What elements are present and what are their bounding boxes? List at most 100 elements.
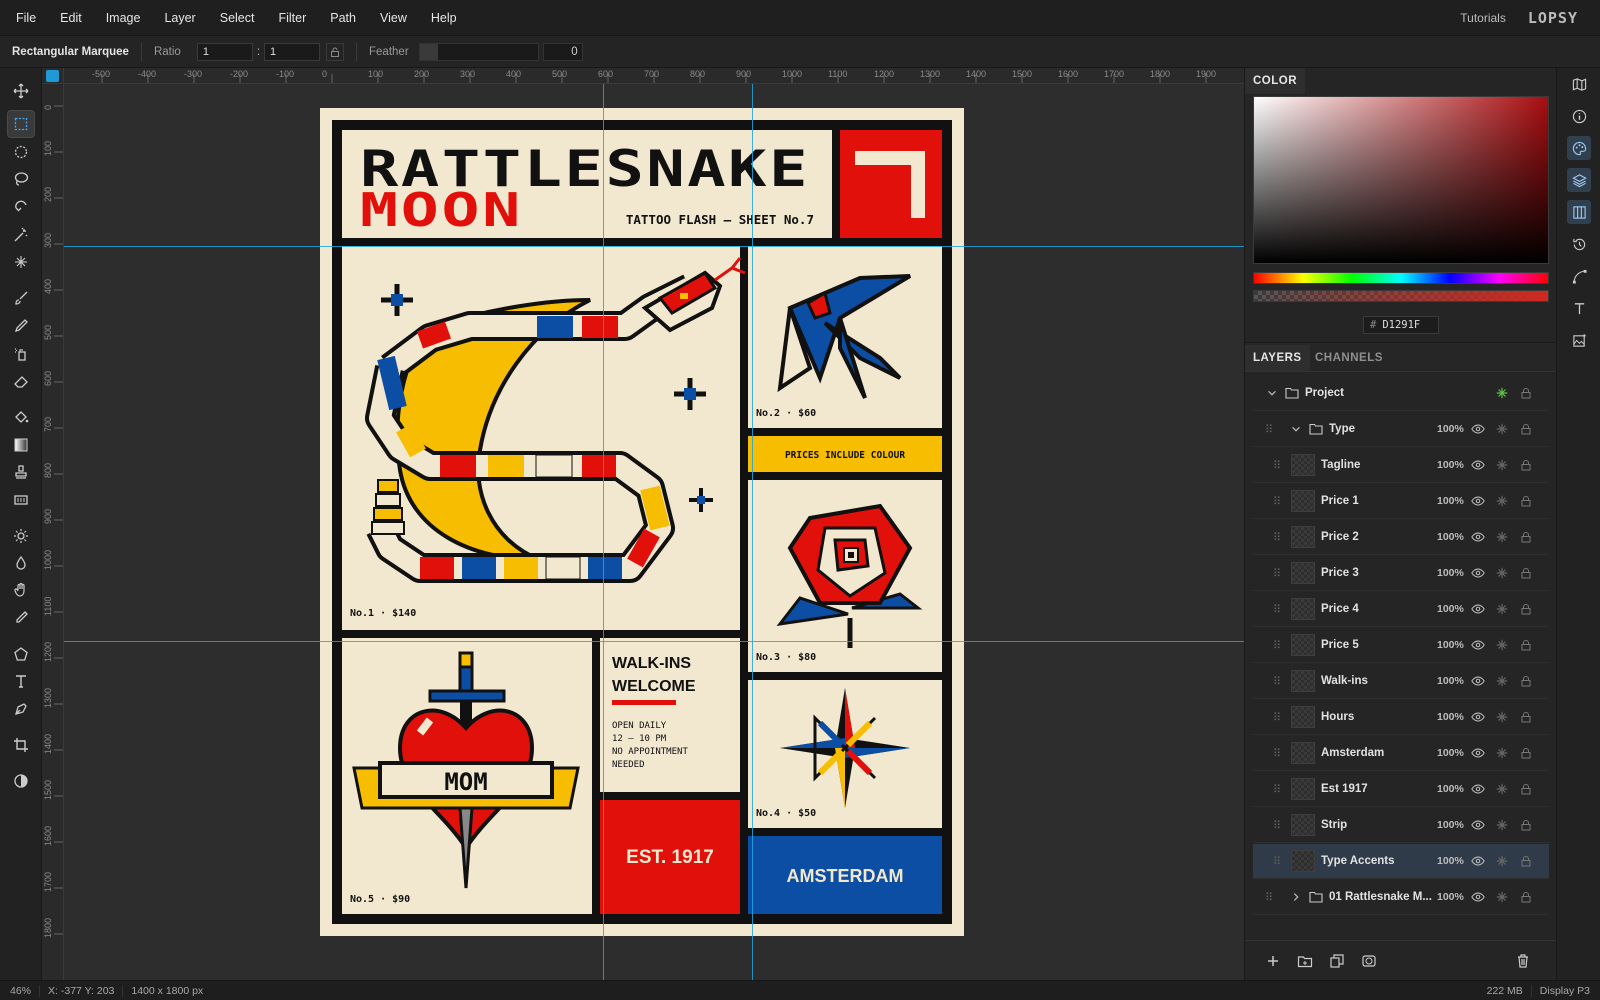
lock-icon[interactable] bbox=[1519, 566, 1533, 580]
lock-icon[interactable] bbox=[1519, 494, 1533, 508]
layer-opacity[interactable]: 100% bbox=[1437, 855, 1464, 867]
effects-icon[interactable] bbox=[1495, 818, 1509, 832]
effects-icon[interactable] bbox=[1495, 494, 1509, 508]
layer-row[interactable]: ⠿ Price 1 100% bbox=[1253, 484, 1549, 519]
shape-tool[interactable] bbox=[8, 641, 34, 667]
menu-layer[interactable]: Layer bbox=[152, 11, 207, 25]
effects-icon[interactable] bbox=[1495, 566, 1509, 580]
color-saturation-field[interactable] bbox=[1253, 96, 1549, 264]
effects-icon[interactable] bbox=[1495, 530, 1509, 544]
layer-opacity[interactable]: 100% bbox=[1437, 459, 1464, 471]
feather-value-input[interactable]: 0 bbox=[542, 42, 583, 61]
effects-icon[interactable] bbox=[1495, 422, 1509, 436]
lock-icon[interactable] bbox=[1519, 386, 1533, 400]
mask-icon[interactable] bbox=[1361, 953, 1377, 969]
effects-icon[interactable] bbox=[1495, 746, 1509, 760]
lock-icon[interactable] bbox=[1519, 458, 1533, 472]
bucket-tool[interactable] bbox=[8, 404, 34, 430]
hex-color-input[interactable]: # D1291F bbox=[1363, 316, 1439, 334]
drag-handle-icon[interactable]: ⠿ bbox=[1273, 747, 1281, 760]
stamp-tool[interactable] bbox=[8, 459, 34, 485]
feather-slider[interactable] bbox=[418, 42, 539, 61]
document-canvas[interactable]: RATTLESNAKE MOON TATTOO FLASH — SHEET No… bbox=[320, 108, 964, 936]
lock-icon[interactable] bbox=[1519, 710, 1533, 724]
menu-help[interactable]: Help bbox=[419, 11, 469, 25]
character-button[interactable] bbox=[1567, 296, 1591, 320]
layer-row[interactable]: ⠿ 01 Rattlesnake M... 100% bbox=[1253, 880, 1549, 915]
eye-icon[interactable] bbox=[1471, 746, 1485, 760]
menu-file[interactable]: File bbox=[0, 11, 48, 25]
layer-row[interactable]: ⠿ Tagline 100% bbox=[1253, 448, 1549, 483]
drag-handle-icon[interactable]: ⠿ bbox=[1273, 675, 1281, 688]
layer-row[interactable]: ⠿ Strip 100% bbox=[1253, 808, 1549, 843]
chevron-right-icon[interactable] bbox=[1289, 890, 1303, 904]
layer-row[interactable]: ⠿ Type 100% bbox=[1253, 412, 1549, 447]
drag-handle-icon[interactable]: ⠿ bbox=[1273, 819, 1281, 832]
menu-image[interactable]: Image bbox=[94, 11, 153, 25]
lock-icon[interactable] bbox=[1519, 530, 1533, 544]
layer-row[interactable]: Project bbox=[1253, 376, 1549, 411]
lock-icon[interactable] bbox=[1519, 638, 1533, 652]
new-group-icon[interactable] bbox=[1297, 953, 1313, 969]
layer-row[interactable]: ⠿ Price 3 100% bbox=[1253, 556, 1549, 591]
history-button[interactable] bbox=[1567, 232, 1591, 256]
layer-opacity[interactable]: 100% bbox=[1437, 531, 1464, 543]
layer-opacity[interactable]: 100% bbox=[1437, 495, 1464, 507]
drag-handle-icon[interactable]: ⠿ bbox=[1273, 855, 1281, 868]
eraser-tool[interactable] bbox=[8, 368, 34, 394]
ruler-origin-button[interactable] bbox=[42, 68, 64, 84]
magic-wand-tool[interactable] bbox=[8, 222, 34, 248]
drag-handle-icon[interactable]: ⠿ bbox=[1265, 891, 1273, 904]
paths-button[interactable] bbox=[1567, 264, 1591, 288]
eye-icon[interactable] bbox=[1471, 602, 1485, 616]
menu-path[interactable]: Path bbox=[318, 11, 368, 25]
guide-vertical[interactable] bbox=[752, 84, 753, 980]
chevron-down-icon[interactable] bbox=[1289, 422, 1303, 436]
color-tab[interactable]: COLOR bbox=[1245, 68, 1306, 94]
mask-mode-toggle[interactable] bbox=[8, 768, 34, 794]
layer-row[interactable]: ⠿ Est 1917 100% bbox=[1253, 772, 1549, 807]
eye-icon[interactable] bbox=[1471, 494, 1485, 508]
drag-handle-icon[interactable]: ⠿ bbox=[1273, 639, 1281, 652]
lock-ratio-button[interactable] bbox=[326, 42, 345, 61]
effects-icon[interactable] bbox=[1495, 782, 1509, 796]
effects-icon[interactable] bbox=[1495, 602, 1509, 616]
move-tool[interactable] bbox=[8, 78, 34, 104]
layer-opacity[interactable]: 100% bbox=[1437, 711, 1464, 723]
drag-handle-icon[interactable]: ⠿ bbox=[1273, 603, 1281, 616]
eye-icon[interactable] bbox=[1471, 782, 1485, 796]
layer-row[interactable]: ⠿ Price 4 100% bbox=[1253, 592, 1549, 627]
effects-icon[interactable] bbox=[1495, 386, 1509, 400]
lock-icon[interactable] bbox=[1519, 854, 1533, 868]
tutorials-link[interactable]: Tutorials bbox=[1460, 11, 1506, 25]
menu-view[interactable]: View bbox=[368, 11, 419, 25]
layer-row[interactable]: ⠿ Hours 100% bbox=[1253, 700, 1549, 735]
gradient-tool[interactable] bbox=[8, 432, 34, 458]
menu-edit[interactable]: Edit bbox=[48, 11, 94, 25]
chevron-down-icon[interactable] bbox=[1265, 386, 1279, 400]
layer-row[interactable]: ⠿ Price 5 100% bbox=[1253, 628, 1549, 663]
effects-icon[interactable] bbox=[1495, 458, 1509, 472]
dodge-tool[interactable] bbox=[8, 523, 34, 549]
layer-opacity[interactable]: 100% bbox=[1437, 747, 1464, 759]
layer-opacity[interactable]: 100% bbox=[1437, 891, 1464, 903]
pencil-tool[interactable] bbox=[8, 313, 34, 339]
effects-icon[interactable] bbox=[1495, 674, 1509, 688]
eye-icon[interactable] bbox=[1471, 566, 1485, 580]
alpha-slider[interactable] bbox=[1253, 290, 1549, 302]
layer-opacity[interactable]: 100% bbox=[1437, 639, 1464, 651]
channels-tab[interactable]: CHANNELS bbox=[1307, 345, 1391, 371]
drag-handle-icon[interactable]: ⠿ bbox=[1273, 783, 1281, 796]
blur-tool[interactable] bbox=[8, 550, 34, 576]
effects-icon[interactable] bbox=[1495, 710, 1509, 724]
pattern-tool[interactable] bbox=[8, 487, 34, 513]
layer-opacity[interactable]: 100% bbox=[1437, 603, 1464, 615]
layer-opacity[interactable]: 100% bbox=[1437, 675, 1464, 687]
layer-row[interactable]: ⠿ Type Accents 100% bbox=[1253, 844, 1549, 879]
layer-row[interactable]: ⠿ Price 2 100% bbox=[1253, 520, 1549, 555]
channels-panel-button[interactable] bbox=[1567, 200, 1591, 224]
menu-filter[interactable]: Filter bbox=[266, 11, 318, 25]
layer-opacity[interactable]: 100% bbox=[1437, 819, 1464, 831]
layer-row[interactable]: ⠿ Amsterdam 100% bbox=[1253, 736, 1549, 771]
vertical-ruler[interactable]: 0 100 200 300 400 500 600 700 800 900 1000 1100 1200… bbox=[42, 84, 64, 980]
